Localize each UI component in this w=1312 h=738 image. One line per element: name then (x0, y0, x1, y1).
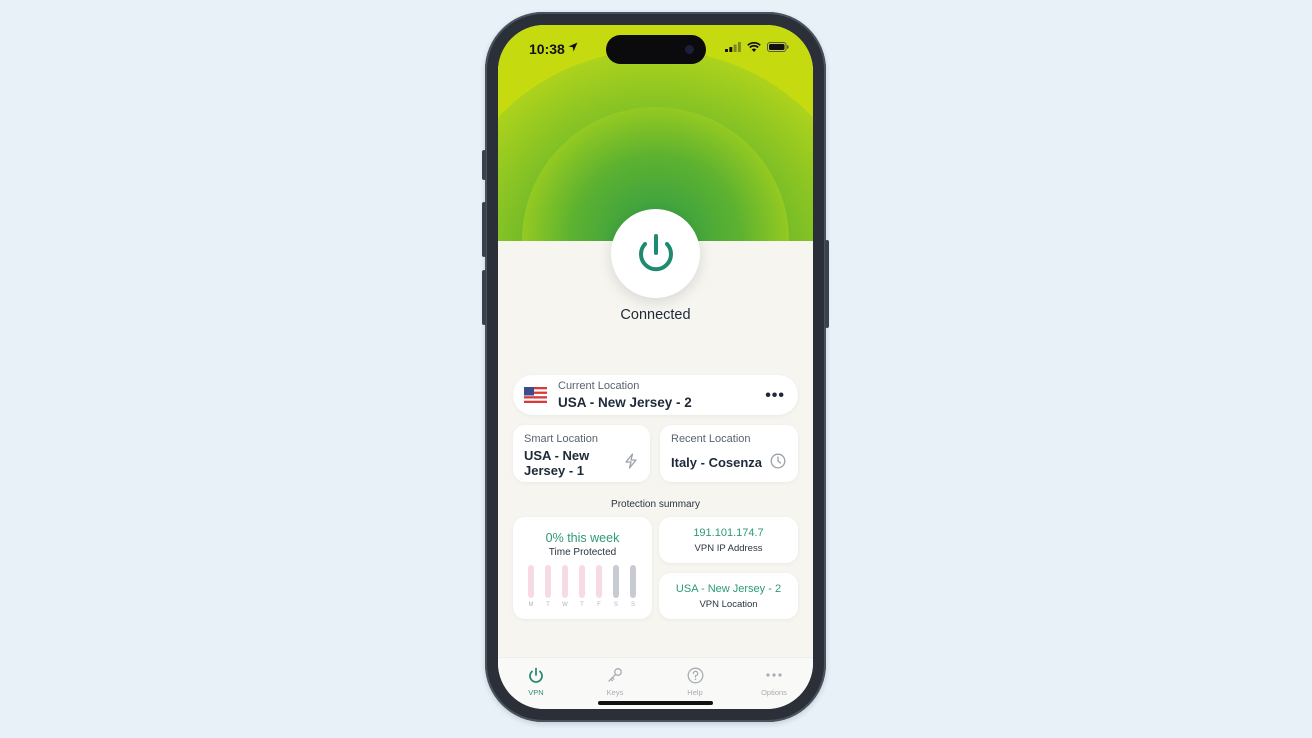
more-options-icon[interactable]: ••• (765, 387, 785, 405)
recent-location-value: Italy - Cosenza (671, 455, 763, 470)
location-arrow-icon (568, 42, 578, 52)
tab-label: VPN (528, 688, 544, 697)
vpn-location-value: USA - New Jersey - 2 (675, 583, 782, 595)
smart-location-value: USA - New Jersey - 1 (524, 448, 590, 478)
phone-frame: 10:38 Connected Current Location USA - N… (482, 12, 829, 722)
recent-location-card[interactable]: Recent Location Italy - Cosenza (660, 425, 798, 482)
day-bar (545, 565, 551, 598)
day-label: S (613, 602, 618, 608)
bolt-icon (625, 453, 637, 469)
key-icon (608, 668, 622, 682)
vpn-ip-card: 191.101.174.7 VPN IP Address (659, 517, 798, 563)
clock-icon (770, 453, 786, 469)
connect-toggle-button[interactable] (611, 209, 700, 298)
us-flag-icon (524, 387, 547, 403)
smart-location-card[interactable]: Smart Location USA - New Jersey - 1 (513, 425, 650, 482)
day-label: T (580, 602, 584, 608)
connection-status: Connected (620, 307, 691, 323)
day-bar (579, 565, 585, 598)
weekly-bars-chart: MTWTFSS (525, 565, 641, 613)
ellipsis-icon (766, 673, 782, 677)
cellular-signal-icon (725, 42, 741, 52)
time-protected-value: 0% this week (545, 531, 620, 545)
tab-label: Keys (606, 688, 624, 697)
vpn-location-label: VPN Location (699, 599, 758, 610)
action-button (482, 150, 486, 180)
smart-location-label: Smart Location (524, 433, 598, 445)
time-protected-label: Time Protected (548, 547, 617, 558)
tab-options[interactable]: Options (744, 665, 804, 697)
vpn-location-card: USA - New Jersey - 2 VPN Location (659, 573, 798, 619)
vpn-ip-value: 191.101.174.7 (693, 527, 764, 539)
current-location-card[interactable]: Current Location USA - New Jersey - 2 ••… (513, 375, 798, 415)
vpn-ip-label: VPN IP Address (694, 543, 763, 554)
protection-summary-title: Protection summary (611, 499, 700, 510)
day-bar (562, 565, 568, 598)
power-side-button (825, 240, 829, 328)
day-label: W (562, 602, 568, 608)
day-bar (596, 565, 602, 598)
tab-vpn[interactable]: VPN (506, 665, 566, 697)
current-location-label: Current Location (558, 380, 640, 392)
power-icon (638, 233, 673, 271)
dynamic-island (606, 35, 706, 64)
current-location-value: USA - New Jersey - 2 (558, 395, 692, 410)
day-bar (630, 565, 636, 598)
time-protected-card[interactable]: 0% this week Time Protected M T W T F S S (513, 517, 652, 619)
day-label: S (630, 602, 635, 608)
home-indicator[interactable] (598, 701, 713, 705)
tab-keys[interactable]: Keys (585, 665, 645, 697)
day-label: M (528, 602, 534, 608)
volume-down-button (482, 270, 486, 325)
day-bar (613, 565, 619, 598)
day-bar (528, 565, 534, 598)
tab-label: Options (761, 688, 787, 697)
wifi-icon (747, 42, 761, 52)
help-icon (687, 667, 703, 683)
day-label: F (597, 602, 601, 608)
day-label: T (546, 602, 550, 608)
tab-label: Help (687, 688, 703, 697)
power-icon (529, 667, 543, 683)
battery-icon (767, 42, 789, 52)
app-screen: 10:38 Connected Current Location USA - N… (498, 25, 813, 709)
recent-location-label: Recent Location (671, 433, 751, 445)
tab-help[interactable]: Help (665, 665, 725, 697)
status-bar: 10:38 (498, 25, 813, 69)
camera-icon (685, 45, 694, 54)
status-time: 10:38 (529, 41, 565, 57)
volume-up-button (482, 202, 486, 257)
